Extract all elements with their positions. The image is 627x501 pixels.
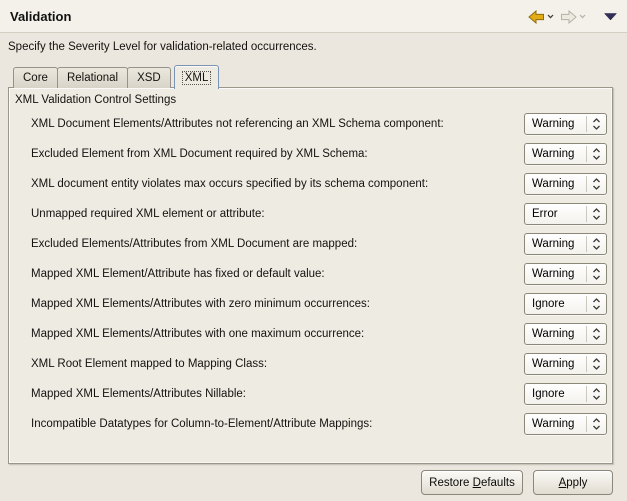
setting-row: Mapped XML Elements/Attributes with one … [31, 323, 607, 345]
setting-label: Mapped XML Element/Attribute has fixed o… [31, 263, 524, 285]
tab-relational[interactable]: Relational [57, 67, 128, 88]
updown-arrows-icon [587, 387, 606, 401]
tab-content-panel: XML Validation Control Settings XML Docu… [8, 87, 613, 464]
tab-bar: Core Relational XSD XML [13, 65, 222, 88]
severity-value: Error [525, 208, 586, 220]
severity-value: Warning [525, 418, 586, 430]
page-title: Validation [10, 9, 71, 24]
updown-arrows-icon [587, 327, 606, 341]
tab-core[interactable]: Core [13, 67, 58, 88]
updown-arrows-icon [587, 357, 606, 371]
setting-row: Mapped XML Elements/Attributes Nillable:… [31, 383, 607, 405]
page-description: Specify the Severity Level for validatio… [8, 41, 619, 53]
setting-row: Excluded Elements/Attributes from XML Do… [31, 233, 607, 255]
severity-dropdown[interactable]: Warning [524, 113, 607, 135]
setting-label: Incompatible Datatypes for Column-to-Ele… [31, 413, 524, 435]
severity-dropdown[interactable]: Error [524, 203, 607, 225]
severity-value: Warning [525, 178, 586, 190]
setting-row: Mapped XML Elements/Attributes with zero… [31, 293, 607, 315]
severity-dropdown[interactable]: Ignore [524, 293, 607, 315]
page-header: Validation [0, 0, 627, 33]
severity-value: Warning [525, 268, 586, 280]
validation-preferences-page: Validation Specify the Sev [0, 0, 627, 501]
severity-value: Warning [525, 328, 586, 340]
group-label: XML Validation Control Settings [15, 94, 176, 106]
restore-defaults-label-pre: Restore [429, 477, 472, 489]
restore-defaults-button[interactable]: Restore Defaults [421, 470, 523, 495]
setting-label: Unmapped required XML element or attribu… [31, 203, 524, 225]
severity-value: Ignore [525, 298, 586, 310]
setting-label: Mapped XML Elements/Attributes with one … [31, 323, 524, 345]
view-menu-icon[interactable] [604, 13, 617, 21]
updown-arrows-icon [587, 147, 606, 161]
severity-value: Warning [525, 148, 586, 160]
severity-value: Ignore [525, 388, 586, 400]
setting-label: XML Document Elements/Attributes not ref… [31, 113, 524, 135]
restore-defaults-label-post: efaults [481, 477, 515, 489]
back-icon[interactable] [528, 10, 545, 24]
severity-dropdown[interactable]: Warning [524, 143, 607, 165]
setting-label: Mapped XML Elements/Attributes with zero… [31, 293, 524, 315]
setting-row: Mapped XML Element/Attribute has fixed o… [31, 263, 607, 285]
apply-label-post: pply [566, 477, 587, 489]
severity-value: Warning [525, 238, 586, 250]
tab-core-label: Core [23, 72, 48, 84]
severity-dropdown[interactable]: Warning [524, 173, 607, 195]
severity-dropdown[interactable]: Warning [524, 413, 607, 435]
severity-dropdown[interactable]: Warning [524, 233, 607, 255]
setting-row: Incompatible Datatypes for Column-to-Ele… [31, 413, 607, 435]
updown-arrows-icon [587, 237, 606, 251]
setting-row: Unmapped required XML element or attribu… [31, 203, 607, 225]
apply-button[interactable]: Apply [533, 470, 613, 495]
tab-relational-label: Relational [67, 72, 118, 84]
severity-value: Warning [525, 358, 586, 370]
nav-toolbar [528, 0, 619, 33]
restore-defaults-mnemonic: D [473, 477, 481, 489]
updown-arrows-icon [587, 207, 606, 221]
severity-dropdown[interactable]: Warning [524, 323, 607, 345]
updown-arrows-icon [587, 417, 606, 431]
setting-row: XML document entity violates max occurs … [31, 173, 607, 195]
setting-row: Excluded Element from XML Document requi… [31, 143, 607, 165]
updown-arrows-icon [587, 117, 606, 131]
severity-dropdown[interactable]: Warning [524, 353, 607, 375]
tab-xsd-label: XSD [137, 72, 161, 84]
forward-icon[interactable] [560, 10, 577, 24]
back-menu-chevron-icon[interactable] [547, 14, 554, 19]
tab-xml-label: XML [182, 71, 212, 85]
setting-label: Excluded Element from XML Document requi… [31, 143, 524, 165]
updown-arrows-icon [587, 267, 606, 281]
setting-row: XML Document Elements/Attributes not ref… [31, 113, 607, 135]
setting-row: XML Root Element mapped to Mapping Class… [31, 353, 607, 375]
setting-label: Mapped XML Elements/Attributes Nillable: [31, 383, 524, 405]
tab-xsd[interactable]: XSD [127, 67, 171, 88]
setting-label: XML document entity violates max occurs … [31, 173, 524, 195]
severity-dropdown[interactable]: Ignore [524, 383, 607, 405]
severity-value: Warning [525, 118, 586, 130]
tab-xml[interactable]: XML [174, 65, 220, 89]
setting-label: XML Root Element mapped to Mapping Class… [31, 353, 524, 375]
setting-label: Excluded Elements/Attributes from XML Do… [31, 233, 524, 255]
updown-arrows-icon [587, 177, 606, 191]
severity-dropdown[interactable]: Warning [524, 263, 607, 285]
forward-menu-chevron-icon[interactable] [579, 14, 586, 19]
updown-arrows-icon [587, 297, 606, 311]
